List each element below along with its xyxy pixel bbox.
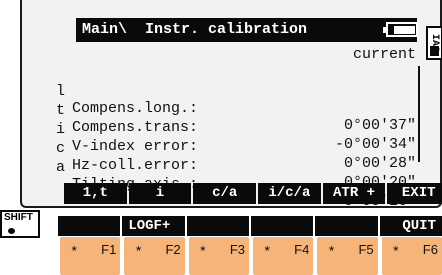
row-compens-trans: t Compens.trans: -0°00'34" bbox=[56, 85, 426, 153]
battery-icon bbox=[383, 22, 418, 37]
f6-key[interactable]: * F6 bbox=[381, 237, 442, 275]
row-key: a bbox=[56, 159, 66, 176]
softkey-1[interactable]: 1,t bbox=[64, 183, 127, 204]
softkey-6[interactable]: EXIT bbox=[387, 183, 442, 204]
row-compens-long: l Compens.long.: 0°00'37" bbox=[56, 66, 426, 134]
calibration-values: l Compens.long.: 0°00'37" t Compens.tran… bbox=[56, 66, 426, 210]
shift-dot-icon bbox=[8, 228, 15, 234]
star-icon: * bbox=[262, 245, 272, 261]
softkey-2[interactable]: i bbox=[128, 183, 192, 204]
f4-label: F4 bbox=[294, 242, 310, 257]
shift-key-4[interactable] bbox=[250, 216, 314, 236]
shift-key-3[interactable] bbox=[186, 216, 249, 236]
star-icon: * bbox=[134, 245, 143, 261]
f1-key[interactable]: * F1 bbox=[60, 237, 121, 275]
f2-label: F2 bbox=[165, 242, 181, 257]
shift-key-1[interactable] bbox=[58, 216, 121, 236]
row-v-index: i V-index error: 0°00'28" bbox=[56, 104, 426, 172]
f1-label: F1 bbox=[101, 242, 117, 257]
column-header: current bbox=[352, 46, 416, 63]
f6-label: F6 bbox=[422, 242, 438, 257]
scroll-indicator bbox=[418, 66, 420, 162]
f3-key[interactable]: * F3 bbox=[188, 237, 249, 275]
shift-key-2[interactable]: LOGF+ bbox=[122, 216, 185, 236]
softkey-bar: 1,t i c/a i/c/a ATR + EXIT bbox=[64, 183, 442, 204]
f4-key[interactable]: * F4 bbox=[252, 237, 314, 275]
star-icon: * bbox=[391, 245, 401, 261]
star-icon: * bbox=[327, 245, 336, 261]
row-tilting-axis: a Tilting-axis : 0°00'26" bbox=[56, 142, 426, 210]
shift-key-6[interactable]: QUIT bbox=[379, 216, 442, 236]
shift-key-5[interactable] bbox=[315, 216, 378, 236]
softkey-4[interactable]: i/c/a bbox=[258, 183, 321, 204]
side-status-icon: IAC bbox=[426, 26, 442, 60]
softkey-5[interactable]: ATR + bbox=[322, 183, 386, 204]
shift-softkey-bar: LOGF+ QUIT bbox=[58, 216, 442, 236]
screen-title: Main\ Instr. calibration bbox=[76, 18, 417, 42]
star-icon: * bbox=[198, 245, 208, 261]
shift-button[interactable]: SHIFT bbox=[0, 210, 40, 238]
star-icon: * bbox=[70, 245, 79, 261]
f2-key[interactable]: * F2 bbox=[124, 237, 185, 275]
lcd-screen: Main\ Instr. calibration IAC current l C… bbox=[20, 0, 442, 210]
f5-key[interactable]: * F5 bbox=[317, 237, 378, 275]
softkey-3[interactable]: c/a bbox=[193, 183, 257, 204]
shift-label: SHIFT bbox=[4, 212, 33, 223]
f3-label: F3 bbox=[229, 242, 245, 257]
row-hz-coll: c Hz-coll.error: 0°00'20" bbox=[56, 123, 426, 191]
f5-label: F5 bbox=[358, 242, 374, 257]
function-keys: * F1 * F2 * F3 * F4 * F5 * F6 bbox=[60, 237, 442, 275]
